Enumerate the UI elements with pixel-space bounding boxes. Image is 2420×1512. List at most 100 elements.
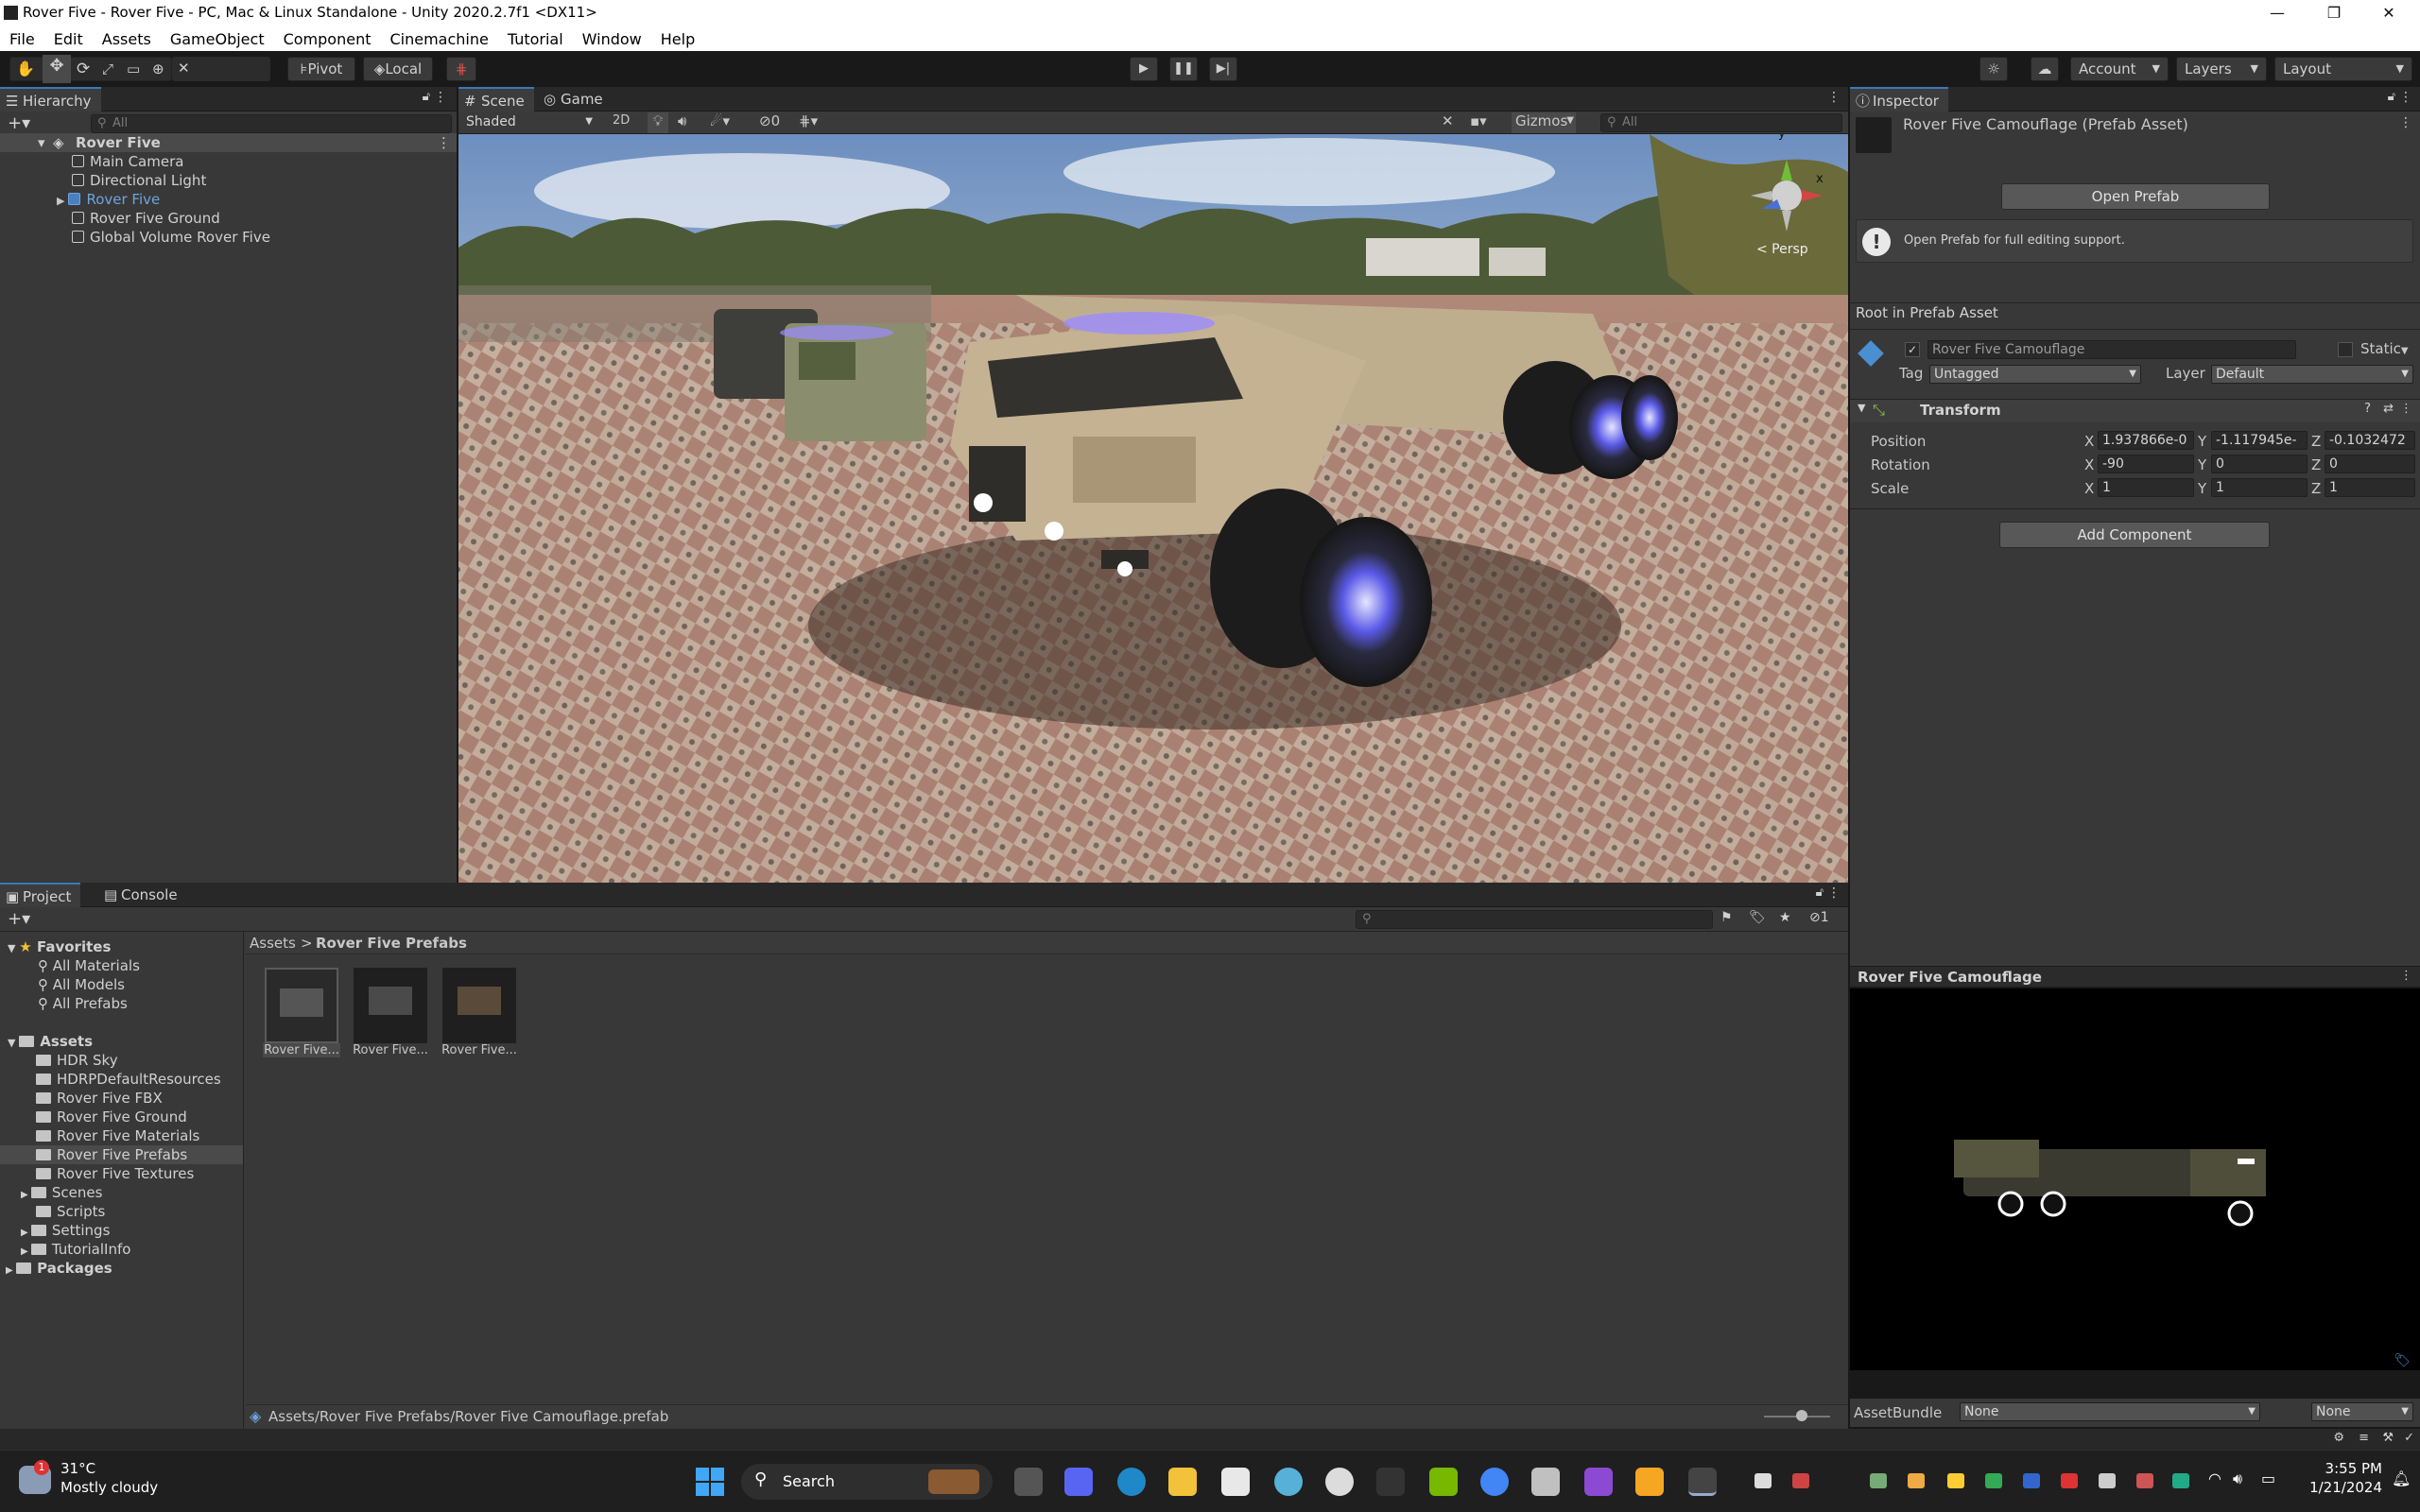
- maximize-button[interactable]: ❐: [2307, 0, 2361, 26]
- file-label[interactable]: Rover Five...: [352, 1043, 429, 1057]
- open-prefab-button[interactable]: Open Prefab: [2001, 183, 2270, 210]
- scale-y-field[interactable]: 1: [2211, 478, 2308, 497]
- tab-console[interactable]: ▤ Console: [98, 883, 187, 907]
- filter-type-icon[interactable]: ⚑: [1720, 910, 1733, 925]
- folder-tutorialinfo[interactable]: ▶ TutorialInfo: [21, 1240, 130, 1259]
- volume-icon[interactable]: 🔊︎: [2233, 1469, 2242, 1488]
- breadcrumb-assets[interactable]: Assets: [250, 935, 296, 952]
- file-thumb-3[interactable]: [442, 968, 516, 1043]
- hierarchy-item-directional-light[interactable]: Directional Light: [72, 171, 206, 190]
- tag-dropdown[interactable]: Untagged ▼: [1929, 365, 2141, 384]
- camera-icon[interactable]: ▪▾: [1470, 112, 1487, 129]
- tab-hierarchy[interactable]: ☰ Hierarchy: [0, 87, 101, 112]
- folder-hdr-sky[interactable]: HDR Sky: [36, 1051, 118, 1070]
- taskbar-search[interactable]: ⚲ Search: [741, 1464, 993, 1500]
- folder-rover-five-materials[interactable]: Rover Five Materials: [36, 1126, 199, 1145]
- folder-scenes[interactable]: ▶ Scenes: [21, 1183, 102, 1202]
- weather-temp[interactable]: 31°C: [60, 1460, 95, 1477]
- app-icon-3[interactable]: [1531, 1468, 1560, 1496]
- cloud-icon[interactable]: ☁: [2031, 57, 2059, 81]
- hierarchy-item-rover-five-ground[interactable]: Rover Five Ground: [72, 209, 220, 228]
- position-x-field[interactable]: 1.937866e-0: [2098, 431, 2194, 450]
- debug-icon[interactable]: ⚒: [2382, 1431, 2394, 1445]
- lock-icon[interactable]: 🔓︎: [1816, 885, 1824, 900]
- tray-icon-1[interactable]: [1792, 1473, 1809, 1488]
- effects-toggle-icon[interactable]: ☄▾: [710, 112, 730, 129]
- tab-scene[interactable]: # Scene: [458, 87, 534, 112]
- grid-snap-icon[interactable]: ⋕: [446, 57, 476, 81]
- menu-component[interactable]: Component: [284, 30, 372, 48]
- menu-file[interactable]: File: [9, 30, 35, 48]
- tab-game[interactable]: ◎ Game: [538, 87, 613, 112]
- rotation-x-field[interactable]: -90: [2098, 455, 2194, 473]
- favorite-star-icon[interactable]: ★: [1779, 910, 1791, 925]
- menu-help[interactable]: Help: [661, 30, 695, 48]
- zoom-slider-thumb[interactable]: [1796, 1410, 1807, 1421]
- account-dropdown[interactable]: Account ▼: [2070, 57, 2169, 81]
- tray-icon-9[interactable]: [2172, 1473, 2189, 1488]
- help-icon[interactable]: ?: [2364, 402, 2371, 416]
- wifi-icon[interactable]: ◠: [2208, 1469, 2221, 1487]
- kebab-menu-icon[interactable]: ⋮: [434, 90, 447, 105]
- scene-viewport[interactable]: y x < Persp: [458, 134, 1848, 883]
- store-icon[interactable]: [1221, 1468, 1250, 1496]
- step-icon[interactable]: ▶|: [1209, 57, 1237, 81]
- assetbundle-dropdown[interactable]: None ▼: [1960, 1402, 2260, 1421]
- grid-toggle-icon[interactable]: ⋕▾: [799, 112, 818, 129]
- edge-icon[interactable]: [1117, 1468, 1146, 1496]
- unity-taskbar-icon[interactable]: [1688, 1468, 1717, 1496]
- hidden-packages-icon[interactable]: ⊘1: [1809, 910, 1829, 925]
- scene-row[interactable]: ▾ ◈ Rover Five ⋮: [0, 133, 457, 152]
- variant-dropdown[interactable]: None ▼: [2311, 1402, 2413, 1421]
- hand-tool-icon[interactable]: ✋: [16, 58, 35, 80]
- filter-label-icon[interactable]: 🏷︎: [1749, 910, 1766, 925]
- create-icon[interactable]: +▾: [8, 909, 30, 929]
- project-search-input[interactable]: ⚲: [1356, 910, 1713, 929]
- folder-settings[interactable]: ▶ Settings: [21, 1221, 110, 1240]
- folder-rover-five-prefabs[interactable]: Rover Five Prefabs: [36, 1145, 187, 1164]
- pivot-toggle[interactable]: ⊧Pivot: [287, 57, 355, 81]
- chrome-icon[interactable]: [1480, 1468, 1509, 1496]
- favorites-header[interactable]: ▼ ★ Favorites: [8, 937, 111, 956]
- assets-header[interactable]: ▼ Assets: [8, 1032, 93, 1051]
- progress-icon[interactable]: ⚙: [2333, 1431, 2344, 1445]
- expand-arrow-icon[interactable]: ▶: [57, 195, 64, 207]
- folder-rover-five-ground[interactable]: Rover Five Ground: [36, 1108, 187, 1126]
- sublime-icon[interactable]: [1635, 1468, 1664, 1496]
- menu-assets[interactable]: Assets: [102, 30, 151, 48]
- folder-scripts[interactable]: Scripts: [36, 1202, 105, 1221]
- xbox-icon[interactable]: [1754, 1473, 1772, 1488]
- favorite-all-models[interactable]: ⚲ All Models: [38, 975, 125, 994]
- windows-start-icon[interactable]: [696, 1468, 724, 1496]
- hidden-objects-icon[interactable]: ⊘0: [759, 112, 780, 129]
- position-y-field[interactable]: -1.117945e-: [2211, 431, 2308, 450]
- gizmos-dropdown[interactable]: Gizmos ▼: [1512, 112, 1576, 133]
- kebab-menu-icon[interactable]: ⋮: [1827, 885, 1841, 901]
- rotation-y-field[interactable]: 0: [2211, 455, 2308, 473]
- favorite-all-prefabs[interactable]: ⚲ All Prefabs: [38, 994, 128, 1013]
- layer-dropdown[interactable]: Default ▼: [2211, 365, 2413, 384]
- static-dropdown[interactable]: Static▼: [2360, 340, 2409, 357]
- file-thumb-2[interactable]: [354, 968, 427, 1043]
- hierarchy-search-input[interactable]: ⚲ All: [91, 114, 452, 133]
- app-icon-1[interactable]: [1274, 1468, 1303, 1496]
- packages-header[interactable]: ▶ Packages: [6, 1259, 112, 1278]
- lighting-toggle-icon[interactable]: 💡︎: [648, 112, 668, 133]
- layers-dropdown[interactable]: Layers ▼: [2176, 57, 2267, 81]
- active-checkbox[interactable]: ✓: [1905, 342, 1920, 357]
- tray-icon-7[interactable]: [2061, 1473, 2078, 1488]
- layout-dropdown[interactable]: Layout ▼: [2274, 57, 2412, 81]
- file-label[interactable]: Rover Five...: [441, 1043, 518, 1057]
- preset-icon[interactable]: ⇄: [2383, 402, 2394, 416]
- scene-search-input[interactable]: ⚲ All: [1600, 113, 1842, 132]
- breadcrumb-current[interactable]: Rover Five Prefabs: [316, 935, 467, 952]
- clock-time[interactable]: 3:55 PM: [2307, 1460, 2382, 1477]
- tray-icon-8[interactable]: [2136, 1473, 2153, 1488]
- app-icon-4[interactable]: [1584, 1468, 1613, 1496]
- tray-icon-2[interactable]: [1870, 1473, 1887, 1488]
- kebab-menu-icon[interactable]: ⋮: [2399, 115, 2412, 130]
- lock-icon[interactable]: 🔓︎: [423, 90, 430, 104]
- menu-edit[interactable]: Edit: [54, 30, 83, 48]
- rect-tool-icon[interactable]: ▭: [127, 58, 140, 80]
- foldout-arrow-icon[interactable]: ▼: [1858, 402, 1865, 414]
